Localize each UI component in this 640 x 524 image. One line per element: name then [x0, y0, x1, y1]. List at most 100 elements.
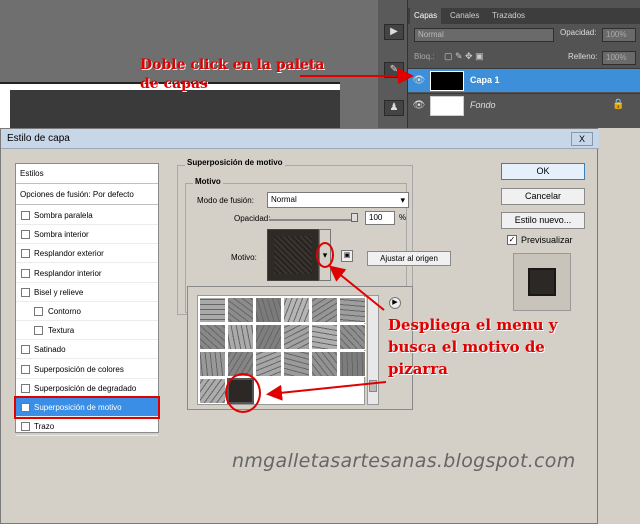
- style-checkbox[interactable]: [34, 307, 43, 316]
- style-item[interactable]: Contorno: [16, 302, 158, 321]
- styles-header[interactable]: Estilos: [16, 164, 158, 184]
- highlight-circle: [225, 373, 261, 413]
- opacity-slider[interactable]: [269, 219, 357, 221]
- style-item[interactable]: Superposición de degradado: [16, 379, 158, 398]
- group-title: Superposición de motivo: [185, 158, 285, 167]
- style-label: Superposición de motivo: [34, 403, 122, 412]
- blend-options-item[interactable]: Opciones de fusión: Por defecto: [16, 185, 158, 205]
- style-label: Textura: [48, 326, 75, 336]
- layer-thumbnail: [430, 96, 464, 116]
- preview-label: Previsualizar: [521, 235, 573, 245]
- pattern-tile[interactable]: [339, 324, 366, 350]
- style-checkbox[interactable]: [34, 326, 43, 336]
- style-checkbox[interactable]: [21, 211, 30, 220]
- pattern-tile[interactable]: [255, 351, 282, 377]
- pattern-tile[interactable]: [283, 324, 310, 350]
- pattern-tile[interactable]: [199, 351, 226, 377]
- new-preset-icon[interactable]: ▣: [341, 250, 353, 262]
- preview-checkbox[interactable]: ✓: [507, 235, 517, 245]
- pattern-tile[interactable]: [255, 297, 282, 323]
- eye-icon[interactable]: 👁: [412, 75, 426, 87]
- pattern-tile[interactable]: [311, 351, 338, 377]
- blend-mode-select[interactable]: Normal: [267, 192, 409, 208]
- pattern-tile[interactable]: [311, 297, 338, 323]
- style-checkbox[interactable]: [21, 268, 30, 278]
- style-item[interactable]: Textura: [16, 321, 158, 341]
- style-item[interactable]: Sombra paralela: [16, 206, 158, 225]
- pattern-tile[interactable]: [339, 351, 366, 377]
- pattern-tile[interactable]: [339, 297, 366, 323]
- layer-row[interactable]: 👁 Fondo 🔒: [408, 93, 640, 117]
- opacity-slider-knob[interactable]: [351, 213, 358, 222]
- motif-swatch[interactable]: [267, 229, 319, 281]
- pattern-tile[interactable]: [227, 324, 254, 350]
- style-checkbox[interactable]: [21, 287, 30, 297]
- style-checkbox[interactable]: [21, 345, 30, 355]
- style-checkbox[interactable]: [21, 383, 30, 393]
- style-item[interactable]: Bisel y relieve: [16, 283, 158, 302]
- layer-thumbnail: [430, 71, 464, 91]
- pattern-tile[interactable]: [283, 351, 310, 377]
- layers-panel-tabs: Capas Canales Trazados: [408, 8, 640, 24]
- pattern-tile[interactable]: [199, 324, 226, 350]
- style-item[interactable]: Resplandor interior: [16, 264, 158, 283]
- style-label: Resplandor interior: [34, 268, 102, 278]
- style-label: Satinado: [34, 345, 66, 355]
- close-button[interactable]: X: [571, 132, 593, 146]
- style-label: Bisel y relieve: [34, 287, 84, 297]
- style-label: Contorno: [48, 307, 81, 316]
- new-style-button[interactable]: Estilo nuevo...: [501, 212, 585, 229]
- snap-to-origin-button[interactable]: Ajustar al origen: [367, 251, 451, 266]
- highlight-circle: [316, 242, 334, 268]
- lock-icon: 🔒: [612, 99, 625, 110]
- style-item[interactable]: ✓ Superposición de motivo: [14, 396, 160, 419]
- fill-input[interactable]: 100%: [602, 51, 636, 65]
- blend-mode-label: Modo de fusión:: [197, 196, 254, 205]
- layer-row[interactable]: 👁 Capa 1: [408, 68, 640, 92]
- pattern-tile[interactable]: [283, 297, 310, 323]
- style-item[interactable]: Superposición de colores: [16, 360, 158, 379]
- style-label: Superposición de degradado: [34, 383, 137, 393]
- pattern-tile[interactable]: [199, 297, 226, 323]
- style-item[interactable]: Sombra interior: [16, 225, 158, 245]
- tab-capas[interactable]: Capas: [410, 8, 442, 24]
- eye-icon[interactable]: 👁: [412, 100, 426, 112]
- fill-label: Relleno:: [568, 52, 598, 61]
- style-checkbox[interactable]: ✓: [21, 403, 30, 412]
- style-checkbox[interactable]: [21, 249, 30, 259]
- stamp-icon[interactable]: ♟: [384, 100, 404, 116]
- style-item[interactable]: Satinado: [16, 340, 158, 360]
- motif-label: Motivo:: [231, 253, 257, 262]
- lock-label: Bloq.:: [414, 52, 435, 61]
- layer-opacity-input[interactable]: 100%: [602, 28, 636, 42]
- opacity-input[interactable]: 100: [365, 211, 395, 225]
- picker-menu-icon[interactable]: ▶: [389, 297, 401, 309]
- subgroup-title: Motivo: [193, 177, 223, 186]
- tab-canales[interactable]: Canales: [446, 8, 483, 24]
- style-label: Sombra paralela: [34, 211, 93, 220]
- style-checkbox[interactable]: [21, 364, 30, 374]
- opacity-label: Opacidad:: [234, 214, 271, 223]
- style-item[interactable]: Trazo: [16, 417, 158, 437]
- style-label: Resplandor exterior: [34, 249, 104, 259]
- pattern-scrollbar[interactable]: [367, 295, 379, 405]
- style-label: Superposición de colores: [34, 364, 124, 374]
- tab-trazados[interactable]: Trazados: [488, 8, 529, 24]
- watermark: nmgalletasartesanas.blogspot.com: [232, 450, 576, 472]
- style-checkbox[interactable]: [21, 230, 30, 240]
- brush-icon[interactable]: ✎: [384, 62, 404, 78]
- dialog-title: Estilo de capa: [1, 129, 599, 149]
- cancel-button[interactable]: Cancelar: [501, 188, 585, 205]
- style-checkbox[interactable]: [21, 422, 30, 432]
- layer-blend-mode-select[interactable]: Normal: [414, 28, 554, 42]
- pattern-tile[interactable]: [255, 324, 282, 350]
- style-item[interactable]: Resplandor exterior: [16, 244, 158, 264]
- pattern-tile[interactable]: [311, 324, 338, 350]
- layer-opacity-label: Opacidad:: [560, 28, 597, 37]
- pattern-tile[interactable]: [227, 297, 254, 323]
- pattern-tile[interactable]: [199, 378, 226, 404]
- play-icon[interactable]: ▶: [384, 24, 404, 40]
- lock-icons[interactable]: ▢ ✎ ✥ ▣: [444, 51, 484, 62]
- ok-button[interactable]: OK: [501, 163, 585, 180]
- document-image: [10, 90, 340, 132]
